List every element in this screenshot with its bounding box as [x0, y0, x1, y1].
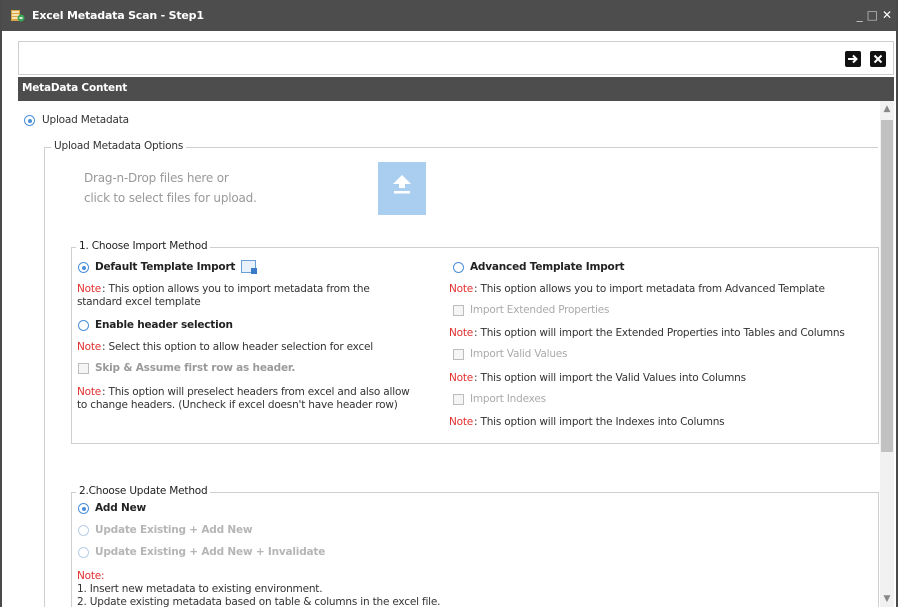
vertical-scrollbar[interactable]: ▲ ▼: [880, 101, 894, 607]
ext-props-note-prefix: Note: [449, 327, 474, 339]
window-close-button[interactable]: ✕: [882, 8, 892, 22]
excel-scan-app-icon: [11, 10, 25, 22]
ext-props-note-text: : This option will import the Extended P…: [474, 327, 845, 339]
enable-header-radio[interactable]: [78, 320, 89, 331]
import-method-legend: 1. Choose Import Method: [76, 240, 211, 252]
scroll-thumb[interactable]: [881, 120, 893, 452]
section-title: MetaData Content: [22, 82, 128, 94]
update-add-invalidate-radio[interactable]: [78, 547, 89, 558]
add-new-radio[interactable]: [78, 503, 89, 514]
skip-note-line2: to change headers. (Uncheck if excel doe…: [77, 399, 398, 411]
import-valid-values-checkbox[interactable]: [453, 349, 464, 360]
import-valid-values-label: Import Valid Values: [470, 348, 568, 360]
upload-drop-button[interactable]: [378, 162, 426, 215]
minimize-button[interactable]: _: [857, 8, 863, 22]
update-add-label: Update Existing + Add New: [95, 524, 253, 536]
advanced-note-text: : This option allows you to import metad…: [474, 283, 825, 295]
default-note-line2: standard excel template: [77, 296, 201, 308]
window-controls: _ □ ✕: [857, 8, 892, 22]
update-note-line2: 2. Update existing metadata based on tab…: [77, 596, 441, 607]
title-bar: Excel Metadata Scan - Step1 _ □ ✕: [2, 0, 896, 31]
header-note-prefix: Note: [77, 341, 102, 353]
advanced-template-radio[interactable]: [453, 262, 464, 273]
import-extended-properties-checkbox[interactable]: [453, 305, 464, 316]
next-button[interactable]: [845, 51, 861, 67]
update-method-legend: 2.Choose Update Method: [76, 485, 211, 497]
update-add-radio[interactable]: [78, 525, 89, 536]
default-note-prefix: Note: [77, 283, 102, 295]
update-note-prefix: Note:: [77, 570, 105, 582]
default-template-label: Default Template Import: [95, 261, 236, 273]
default-note-line1: : This option allows you to import metad…: [102, 283, 370, 295]
update-add-invalidate-label: Update Existing + Add New + Invalidate: [95, 546, 326, 558]
advanced-note-prefix: Note: [449, 283, 474, 295]
upload-icon: [393, 175, 411, 194]
indexes-note-text: : This option will import the Indexes in…: [474, 416, 725, 428]
scroll-down-icon[interactable]: ▼: [882, 594, 892, 604]
dnd-line-2[interactable]: click to select files for upload.: [84, 191, 257, 205]
toolbar: [18, 41, 894, 75]
window-title: Excel Metadata Scan - Step1: [32, 9, 204, 22]
scroll-up-icon[interactable]: ▲: [882, 104, 892, 114]
template-icon[interactable]: [241, 260, 257, 274]
add-new-label: Add New: [95, 502, 147, 514]
upload-metadata-label: Upload Metadata: [42, 114, 129, 126]
upload-options-legend: Upload Metadata Options: [51, 140, 187, 152]
header-note-text: : Select this option to allow header sel…: [102, 341, 374, 353]
valid-values-note-prefix: Note: [449, 372, 474, 384]
dnd-line-1[interactable]: Drag-n-Drop files here or: [84, 171, 229, 185]
enable-header-label: Enable header selection: [95, 319, 233, 331]
metadata-content-header: MetaData Content: [18, 77, 894, 101]
close-button[interactable]: [870, 51, 886, 67]
skip-header-checkbox[interactable]: [78, 363, 89, 374]
update-note-line1: 1. Insert new metadata to existing envir…: [77, 583, 323, 595]
indexes-note-prefix: Note: [449, 416, 474, 428]
skip-note-line1: : This option will preselect headers fro…: [102, 386, 410, 398]
excel-metadata-scan-window: Excel Metadata Scan - Step1 _ □ ✕ MetaDa…: [0, 0, 898, 607]
import-indexes-label: Import Indexes: [470, 393, 546, 405]
upload-metadata-radio[interactable]: [24, 115, 35, 126]
advanced-template-label: Advanced Template Import: [470, 261, 625, 273]
skip-header-label: Skip & Assume first row as header.: [95, 362, 296, 374]
skip-note-prefix: Note: [77, 386, 102, 398]
default-template-radio[interactable]: [78, 262, 89, 273]
import-indexes-checkbox[interactable]: [453, 394, 464, 405]
arrow-right-icon: [848, 54, 858, 64]
metadata-content-panel: Upload Metadata Upload Metadata Options …: [18, 101, 880, 607]
import-extended-properties-label: Import Extended Properties: [470, 304, 610, 316]
maximize-button[interactable]: □: [867, 8, 878, 22]
close-icon: [873, 54, 883, 64]
valid-values-note-text: : This option will import the Valid Valu…: [474, 372, 746, 384]
